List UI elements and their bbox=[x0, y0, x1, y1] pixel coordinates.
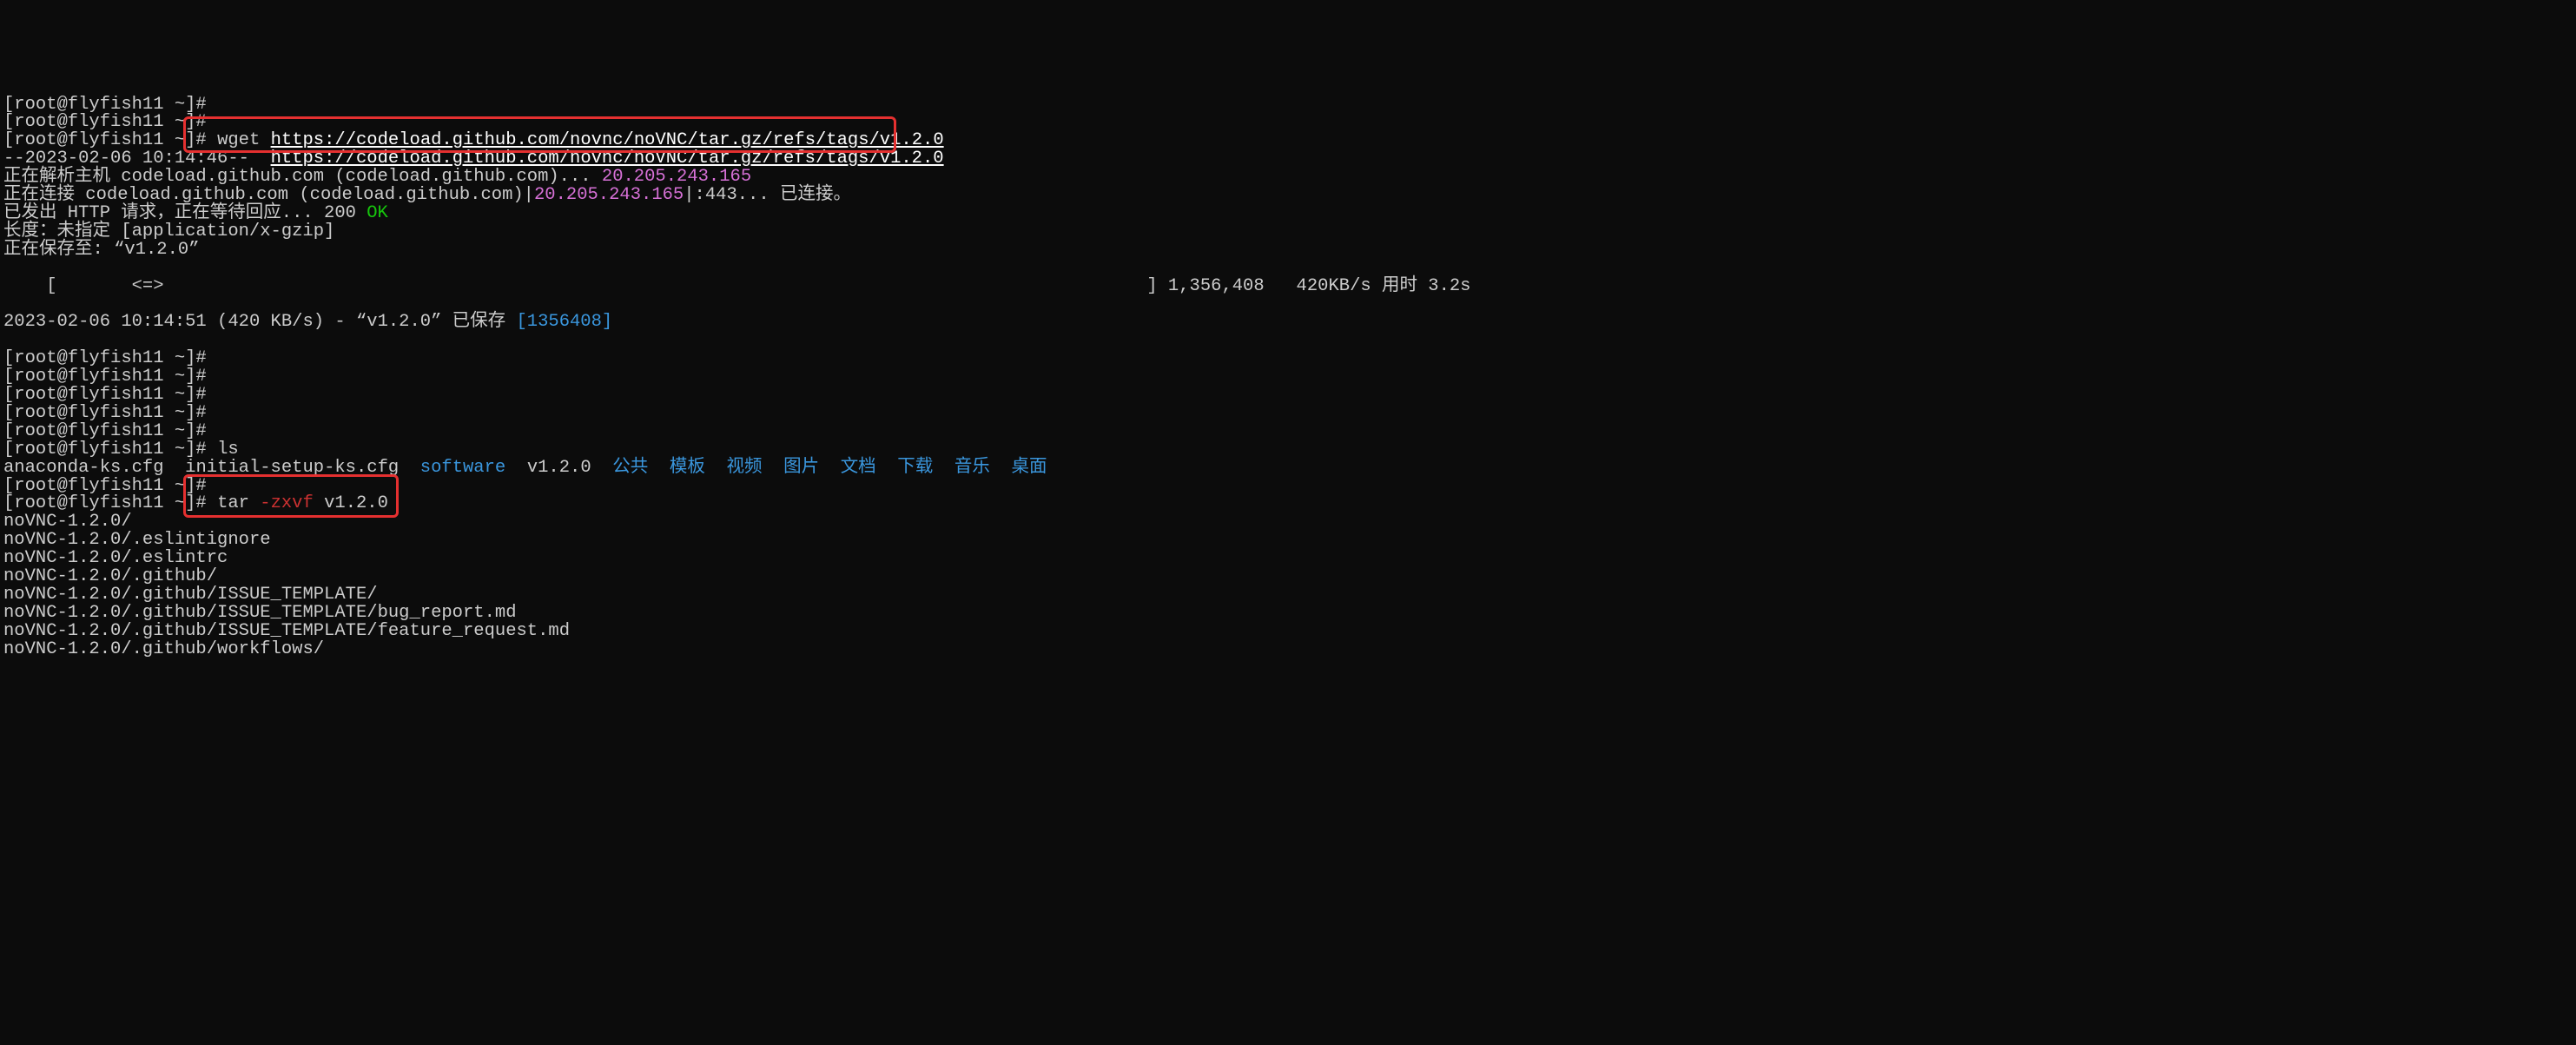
tar-output: noVNC-1.2.0/.github/ISSUE_TEMPLATE/featu… bbox=[3, 621, 570, 641]
tar-output: noVNC-1.2.0/.eslintrc bbox=[3, 548, 228, 568]
prompt: [root@flyfish11 ~]# bbox=[3, 130, 207, 150]
tar-output: noVNC-1.2.0/ bbox=[3, 512, 132, 532]
progress-stats: ] 1,356,408 420KB/s 用时 3.2s bbox=[1146, 276, 1470, 296]
tar-output: noVNC-1.2.0/.github/ISSUE_TEMPLATE/ bbox=[3, 585, 378, 605]
progress-marker: <=> bbox=[132, 276, 164, 296]
http-request: 已发出 HTTP 请求，正在等待回应... 200 bbox=[3, 203, 367, 223]
saving-line: 正在保存至: “v1.2.0” bbox=[3, 240, 200, 260]
tar-output: noVNC-1.2.0/.github/workflows/ bbox=[3, 639, 324, 659]
cmd-tar: tar bbox=[217, 493, 260, 513]
done-line: 2023-02-06 10:14:51 (420 KB/s) - “v1.2.0… bbox=[3, 312, 517, 332]
tar-arg: v1.2.0 bbox=[314, 493, 388, 513]
ls-file: v1.2.0 bbox=[527, 458, 591, 478]
progress-left: [ bbox=[3, 276, 132, 296]
length-line: 长度：未指定 [application/x-gzip] bbox=[3, 222, 334, 241]
ls-file: initial-setup-ks.cfg bbox=[185, 458, 399, 478]
ls-dir: 模板 bbox=[670, 458, 705, 478]
done-bytes: [1356408] bbox=[517, 312, 613, 332]
tar-output: noVNC-1.2.0/.github/ bbox=[3, 566, 217, 586]
terminal-viewport[interactable]: [root@flyfish11 ~]# [root@flyfish11 ~]# … bbox=[3, 78, 2573, 696]
prompt: [root@flyfish11 ~]# bbox=[3, 95, 207, 115]
ls-dir: 下载 bbox=[897, 458, 933, 478]
resolved-ip: 20.205.243.165 bbox=[602, 167, 751, 187]
wget-url[interactable]: https://codeload.github.com/novnc/noVNC/… bbox=[271, 130, 944, 150]
prompt: [root@flyfish11 ~]# bbox=[3, 403, 207, 423]
tar-opt: -zxvf bbox=[260, 493, 314, 513]
ls-dir: 文档 bbox=[841, 458, 876, 478]
prompt: [root@flyfish11 ~]# bbox=[3, 385, 207, 405]
ls-dir: 桌面 bbox=[1012, 458, 1047, 478]
connect-text: 正在连接 codeload.github.com (codeload.githu… bbox=[3, 185, 534, 205]
prompt: [root@flyfish11 ~]# bbox=[3, 421, 207, 441]
prompt: [root@flyfish11 ~]# bbox=[3, 367, 207, 387]
cmd-wget: wget bbox=[217, 130, 260, 150]
progress-pad bbox=[164, 276, 1147, 296]
tar-output: noVNC-1.2.0/.github/ISSUE_TEMPLATE/bug_r… bbox=[3, 603, 517, 623]
ls-dir: 图片 bbox=[783, 458, 819, 478]
wget-url2[interactable]: https://codeload.github.com/novnc/noVNC/… bbox=[271, 149, 944, 169]
prompt: [root@flyfish11 ~]# bbox=[3, 112, 207, 132]
connect-suffix: |:443... 已连接。 bbox=[684, 185, 851, 205]
prompt: [root@flyfish11 ~]# bbox=[3, 493, 207, 513]
ls-dir: software bbox=[420, 458, 505, 478]
http-ok: OK bbox=[367, 203, 388, 223]
ls-dir: 视频 bbox=[726, 458, 762, 478]
connect-ip: 20.205.243.165 bbox=[534, 185, 684, 205]
prompt: [root@flyfish11 ~]# bbox=[3, 476, 207, 496]
wget-ts: --2023-02-06 10:14:46-- bbox=[3, 149, 271, 169]
ls-file: anaconda-ks.cfg bbox=[3, 458, 164, 478]
prompt: [root@flyfish11 ~]# bbox=[3, 440, 207, 460]
prompt: [root@flyfish11 ~]# bbox=[3, 348, 207, 368]
ls-dir: 公共 bbox=[612, 458, 648, 478]
resolve-text: 正在解析主机 codeload.github.com (codeload.git… bbox=[3, 167, 602, 187]
tar-output: noVNC-1.2.0/.eslintignore bbox=[3, 530, 271, 550]
ls-dir: 音乐 bbox=[954, 458, 990, 478]
cmd-ls: ls bbox=[217, 440, 239, 460]
